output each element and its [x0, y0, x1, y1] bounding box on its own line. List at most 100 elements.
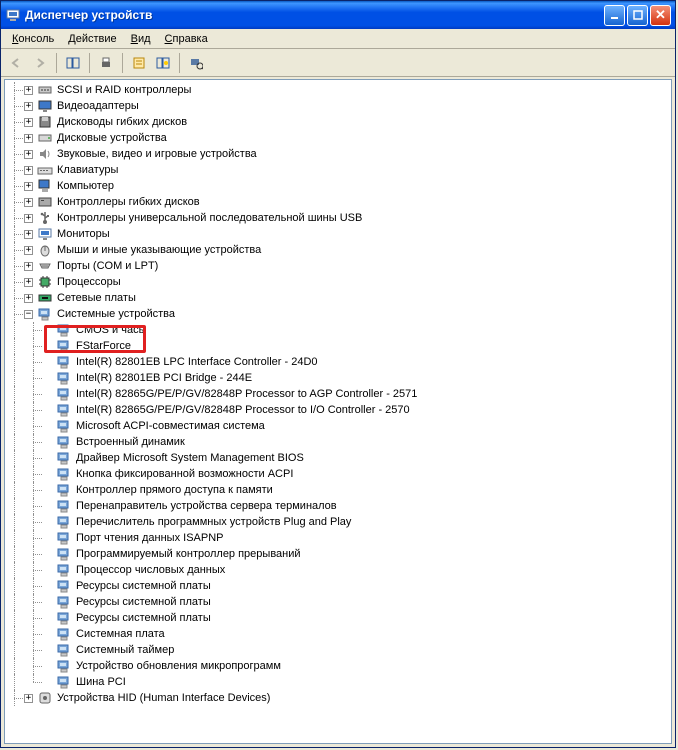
usb-icon [37, 210, 53, 226]
tree-node[interactable]: +Дисковые устройства [5, 130, 671, 146]
display-icon [37, 98, 53, 114]
tree-node-label: Intel(R) 82865G/PE/P/GV/82848P Processor… [74, 404, 412, 416]
maximize-button[interactable] [627, 5, 648, 26]
system-icon [56, 594, 72, 610]
menu-action[interactable]: Действие [61, 31, 123, 47]
system-icon [56, 434, 72, 450]
menu-view[interactable]: Вид [124, 31, 158, 47]
tree-node[interactable]: Системный таймер [5, 642, 671, 658]
device-tree[interactable]: +SCSI и RAID контроллеры+Видеоадаптеры+Д… [5, 80, 671, 743]
expand-icon[interactable]: + [24, 166, 33, 175]
tree-node[interactable]: Процессор числовых данных [5, 562, 671, 578]
tree-node-label: Мониторы [55, 228, 112, 240]
sound-icon [37, 146, 53, 162]
tree-node[interactable]: Перечислитель программных устройств Plug… [5, 514, 671, 530]
tree-node-label: Ресурсы системной платы [74, 612, 213, 624]
tree-node[interactable]: Контроллер прямого доступа к памяти [5, 482, 671, 498]
tree-node[interactable]: + Контроллеры гибких дисков [5, 194, 671, 210]
toolbar-separator [122, 53, 123, 73]
system-icon [56, 642, 72, 658]
tree-node[interactable]: Intel(R) 82801EB PCI Bridge - 244E [5, 370, 671, 386]
tree-node[interactable]: Системная плата [5, 626, 671, 642]
tree-node[interactable]: Встроенный динамик [5, 434, 671, 450]
tree-node[interactable]: +Дисководы гибких дисков [5, 114, 671, 130]
expand-icon[interactable]: + [24, 246, 33, 255]
tree-node[interactable]: Драйвер Microsoft System Management BIOS [5, 450, 671, 466]
expand-icon[interactable]: + [24, 86, 33, 95]
print-button[interactable] [95, 52, 117, 74]
forward-button [29, 52, 51, 74]
tree-node-label: Мыши и иные указывающие устройства [55, 244, 263, 256]
tree-node-label: Перечислитель программных устройств Plug… [74, 516, 353, 528]
tree-node[interactable]: Intel(R) 82865G/PE/P/GV/82848P Processor… [5, 402, 671, 418]
tree-node[interactable]: +Клавиатуры [5, 162, 671, 178]
tree-node[interactable]: Ресурсы системной платы [5, 578, 671, 594]
tree-node[interactable]: +Порты (COM и LPT) [5, 258, 671, 274]
expand-icon[interactable]: + [24, 102, 33, 111]
tree-node[interactable]: +Процессоры [5, 274, 671, 290]
tree-node[interactable]: Ресурсы системной платы [5, 610, 671, 626]
tree-node-label: Устройства HID (Human Interface Devices) [55, 692, 272, 704]
tree-node-label: Драйвер Microsoft System Management BIOS [74, 452, 306, 464]
system-icon [56, 658, 72, 674]
tree-node[interactable]: Кнопка фиксированной возможности ACPI [5, 466, 671, 482]
tree-node-label: Программируемый контроллер прерываний [74, 548, 303, 560]
expand-icon[interactable]: + [24, 150, 33, 159]
tree-node[interactable]: +Видеоадаптеры [5, 98, 671, 114]
tree-node[interactable]: +SCSI и RAID контроллеры [5, 82, 671, 98]
tree-node-label: Контроллеры гибких дисков [55, 196, 202, 208]
tree-node[interactable]: CMOS и часы [5, 322, 671, 338]
tree-node[interactable]: − Системные устройства [5, 306, 671, 322]
expand-icon[interactable]: + [24, 134, 33, 143]
tree-node[interactable]: Программируемый контроллер прерываний [5, 546, 671, 562]
system-icon [56, 354, 72, 370]
tree-node-label: Intel(R) 82865G/PE/P/GV/82848P Processor… [74, 388, 419, 400]
scan-hardware-button[interactable] [185, 52, 207, 74]
minimize-button[interactable] [604, 5, 625, 26]
menubar: Консоль Действие Вид Справка [1, 29, 675, 49]
scsi-icon [37, 82, 53, 98]
tree-node[interactable]: Устройство обновления микропрограмм [5, 658, 671, 674]
expand-icon[interactable]: + [24, 278, 33, 287]
tree-node[interactable]: Intel(R) 82865G/PE/P/GV/82848P Processor… [5, 386, 671, 402]
tree-node[interactable]: Intel(R) 82801EB LPC Interface Controlle… [5, 354, 671, 370]
tree-node[interactable]: Порт чтения данных ISAPNP [5, 530, 671, 546]
expand-icon[interactable]: + [24, 230, 33, 239]
help-button[interactable] [152, 52, 174, 74]
close-button[interactable]: ✕ [650, 5, 671, 26]
keyboard-icon [37, 162, 53, 178]
expand-icon[interactable]: + [24, 214, 33, 223]
tree-node[interactable]: Microsoft ACPI-совместимая система [5, 418, 671, 434]
tree-node[interactable]: + Мыши и иные указывающие устройства [5, 242, 671, 258]
expand-icon[interactable]: + [24, 694, 33, 703]
collapse-icon[interactable]: − [24, 310, 33, 319]
menu-help[interactable]: Справка [158, 31, 215, 47]
show-hide-tree-button[interactable] [62, 52, 84, 74]
tree-node[interactable]: Ресурсы системной платы [5, 594, 671, 610]
titlebar[interactable]: Диспетчер устройств ✕ [1, 1, 675, 29]
expand-icon[interactable]: + [24, 262, 33, 271]
tree-node[interactable]: +Сетевые платы [5, 290, 671, 306]
tree-node[interactable]: +Компьютер [5, 178, 671, 194]
system-icon [56, 418, 72, 434]
expand-icon[interactable]: + [24, 182, 33, 191]
tree-node-label: Порт чтения данных ISAPNP [74, 532, 226, 544]
tree-node-label: Ресурсы системной платы [74, 580, 213, 592]
system-icon [56, 530, 72, 546]
tree-node[interactable]: + Мониторы [5, 226, 671, 242]
expand-icon[interactable]: + [24, 294, 33, 303]
expand-icon[interactable]: + [24, 118, 33, 127]
tree-node-label: Системные устройства [55, 308, 177, 320]
system-icon [56, 674, 72, 690]
tree-node[interactable]: +Звуковые, видео и игровые устройства [5, 146, 671, 162]
tree-node[interactable]: + Устройства HID (Human Interface Devices… [5, 690, 671, 706]
menu-console[interactable]: Консоль [5, 31, 61, 47]
properties-button[interactable] [128, 52, 150, 74]
tree-node[interactable]: Перенаправитель устройства сервера терми… [5, 498, 671, 514]
toolbar-separator [179, 53, 180, 73]
tree-node[interactable]: +Контроллеры универсальной последователь… [5, 210, 671, 226]
expand-icon[interactable]: + [24, 198, 33, 207]
tree-node[interactable]: FStarForce [5, 338, 671, 354]
tree-node-label: Встроенный динамик [74, 436, 187, 448]
tree-node[interactable]: Шина PCI [5, 674, 671, 690]
